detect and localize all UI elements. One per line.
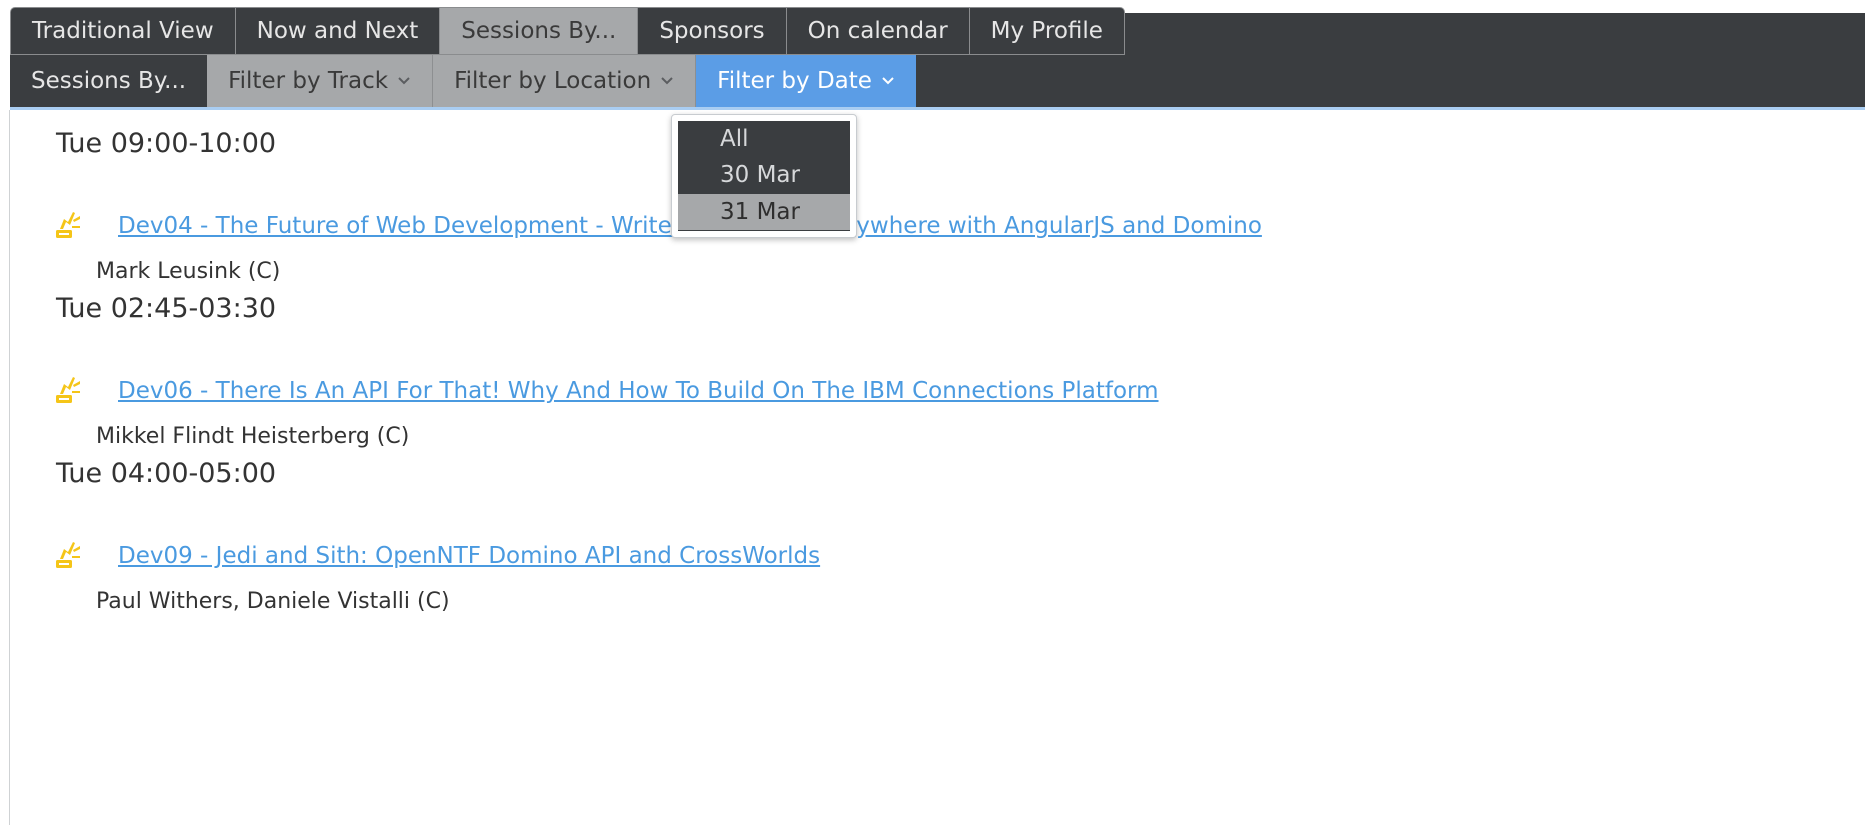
date-filter-options: All 30 Mar 31 Mar bbox=[678, 121, 850, 231]
content-left-border bbox=[9, 110, 10, 825]
tab-traditional-view[interactable]: Traditional View bbox=[10, 7, 235, 55]
filter-by-location-label: Filter by Location bbox=[454, 68, 652, 94]
filter-by-track-button[interactable]: Filter by Track bbox=[207, 55, 434, 107]
date-option-30-mar[interactable]: 30 Mar bbox=[678, 157, 850, 193]
chevron-down-icon bbox=[661, 77, 673, 85]
session-speakers: Mikkel Flindt Heisterberg (C) bbox=[96, 424, 410, 449]
tab-sponsors[interactable]: Sponsors bbox=[637, 7, 786, 55]
filter-by-location-button[interactable]: Filter by Location bbox=[433, 55, 697, 107]
session-title-link[interactable]: Dev06 - There Is An API For That! Why An… bbox=[118, 378, 1159, 404]
sessions-by-button[interactable]: Sessions By... bbox=[10, 55, 208, 107]
session-speakers: Paul Withers, Daniele Vistalli (C) bbox=[96, 589, 450, 614]
top-navigation: Traditional View Now and Next Sessions B… bbox=[0, 0, 1865, 55]
session-icon bbox=[56, 212, 80, 238]
time-slot-heading: Tue 04:00-05:00 bbox=[56, 458, 277, 489]
session-icon bbox=[56, 377, 80, 403]
date-filter-dropdown: All 30 Mar 31 Mar bbox=[671, 114, 857, 238]
time-slot-heading: Tue 09:00-10:00 bbox=[56, 128, 277, 159]
session-icon bbox=[56, 542, 80, 568]
tab-now-and-next[interactable]: Now and Next bbox=[234, 7, 440, 55]
time-slot-heading: Tue 02:45-03:30 bbox=[56, 293, 277, 324]
filter-by-date-label: Filter by Date bbox=[717, 68, 872, 94]
tab-sessions-by[interactable]: Sessions By... bbox=[439, 7, 638, 55]
chevron-down-icon bbox=[398, 77, 410, 85]
sessions-by-label: Sessions By... bbox=[31, 68, 187, 94]
date-option-31-mar[interactable]: 31 Mar bbox=[678, 194, 850, 230]
filter-by-track-label: Filter by Track bbox=[228, 68, 389, 94]
tab-on-calendar[interactable]: On calendar bbox=[785, 7, 969, 55]
top-tabs: Traditional View Now and Next Sessions B… bbox=[10, 7, 1125, 55]
session-speakers: Mark Leusink (C) bbox=[96, 259, 281, 284]
date-option-all[interactable]: All bbox=[678, 121, 850, 157]
sub-navigation: Sessions By... Filter by Track Filter by… bbox=[10, 55, 1865, 107]
tab-my-profile[interactable]: My Profile bbox=[968, 7, 1125, 55]
session-title-link[interactable]: Dev09 - Jedi and Sith: OpenNTF Domino AP… bbox=[118, 543, 820, 569]
filter-by-date-button[interactable]: Filter by Date bbox=[696, 55, 916, 107]
chevron-down-icon bbox=[882, 77, 894, 85]
sub-navigation-underline bbox=[10, 107, 1865, 110]
